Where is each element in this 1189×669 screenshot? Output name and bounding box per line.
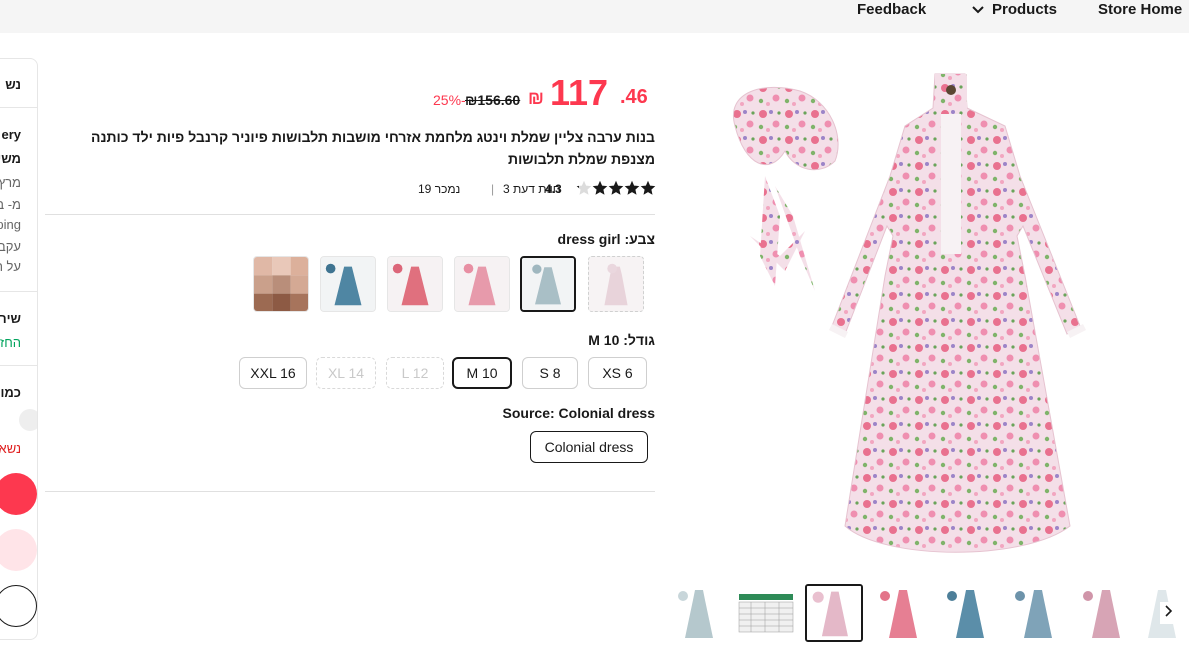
nav-products-label: Products	[992, 1, 1058, 18]
add-to-cart-button[interactable]	[0, 529, 37, 571]
size-option-m10[interactable]: M 10	[452, 357, 512, 389]
color-swatch-teal[interactable]	[320, 256, 376, 312]
sidebar-text: משי	[0, 151, 21, 166]
wishlist-button[interactable]	[0, 585, 37, 627]
sidebar-text: נשא	[0, 441, 21, 456]
thumbnail-light-blue[interactable]	[669, 584, 727, 642]
star-icon	[608, 180, 624, 195]
source-option-colonial-dress[interactable]: Colonial dress	[530, 431, 648, 463]
size-option-s8[interactable]: S 8	[522, 357, 578, 389]
sold-count: 19 נמכר	[418, 182, 461, 196]
discount-percent: 25%-	[433, 92, 466, 108]
star-icon	[592, 180, 608, 195]
star-icon	[576, 180, 592, 195]
nav-products-menu[interactable]: Products	[972, 0, 1057, 22]
bonnet-shape	[732, 86, 839, 171]
sidebar-text: מרץ	[0, 175, 21, 190]
nav-feedback-link[interactable]: Feedback	[857, 0, 926, 22]
color-swatch-rose[interactable]	[387, 256, 443, 312]
sidebar-text: כמו	[0, 385, 21, 400]
section-divider	[45, 214, 655, 215]
quantity-decrease-button[interactable]	[19, 409, 37, 431]
price-decimal: .46	[620, 86, 648, 108]
sidebar-text: ping	[0, 217, 21, 232]
sidebar-text: מ- ב	[0, 197, 21, 212]
price-block: 25%- ₪156.60 ₪ 117 .46	[430, 70, 650, 114]
thumbnail-size-chart[interactable]	[737, 584, 795, 642]
thumbnail-blue[interactable]	[1008, 584, 1066, 642]
sidebar-divider	[0, 291, 37, 292]
sidebar-text: החז	[0, 335, 21, 350]
buy-now-button[interactable]	[0, 473, 37, 515]
star-icon	[624, 180, 640, 195]
size-option-l12[interactable]: L 12	[386, 357, 444, 389]
thumbnail-floral-pink[interactable]	[805, 584, 863, 642]
thumbnail-pink[interactable]	[873, 584, 931, 642]
original-price: ₪156.60	[465, 92, 521, 108]
sidebar-text: נש	[5, 77, 21, 92]
sidebar-text: על ה	[0, 259, 21, 274]
sidebar-divider	[0, 107, 37, 108]
size-option-xxl16[interactable]: XXL 16	[239, 357, 307, 389]
size-label: גודל: M 10	[588, 332, 655, 348]
rating-row: 19 נמכר | 3 חוות דעת 4.3	[418, 180, 656, 198]
purchase-sidebar: נש ery משי מרץ מ- ב ping עקב על ה שיר הח…	[0, 58, 38, 640]
chevron-right-icon[interactable]	[1160, 602, 1178, 624]
nav-store-home-link[interactable]: Store Home	[1098, 0, 1182, 22]
product-title: בנות ערבה צליין שמלת וינטג מלחמת אזרחי מ…	[91, 129, 655, 167]
color-swatch-pink[interactable]	[454, 256, 510, 312]
rating-score: 4.3	[545, 182, 562, 196]
sidebar-text: עקב	[0, 239, 21, 254]
chevron-down-icon	[972, 0, 988, 20]
color-swatch-brown[interactable]	[253, 256, 309, 312]
color-swatch-light-blue[interactable]	[520, 256, 576, 312]
sidebar-text: ery	[1, 127, 21, 142]
currency-symbol: ₪	[528, 88, 544, 108]
color-swatch-light-pink[interactable]	[588, 256, 644, 312]
thumbnail-mauve[interactable]	[1076, 584, 1134, 642]
section-divider	[45, 491, 655, 492]
star-icon	[640, 180, 656, 195]
rating-separator: |	[491, 182, 495, 196]
top-navigation-bar: Feedback Products Store Home	[0, 0, 1189, 33]
size-option-xl14[interactable]: XL 14	[316, 357, 376, 389]
source-label: Source: Colonial dress	[502, 405, 655, 421]
main-product-image[interactable]	[705, 56, 1105, 566]
size-option-xs6[interactable]: XS 6	[588, 357, 647, 389]
color-label: צבע: dress girl	[557, 231, 655, 247]
sidebar-text: שיר	[0, 311, 21, 326]
star-rating-icons	[574, 180, 656, 200]
price-integer: 117	[550, 72, 609, 113]
thumbnail-teal[interactable]	[940, 584, 998, 642]
sidebar-divider	[0, 365, 37, 366]
